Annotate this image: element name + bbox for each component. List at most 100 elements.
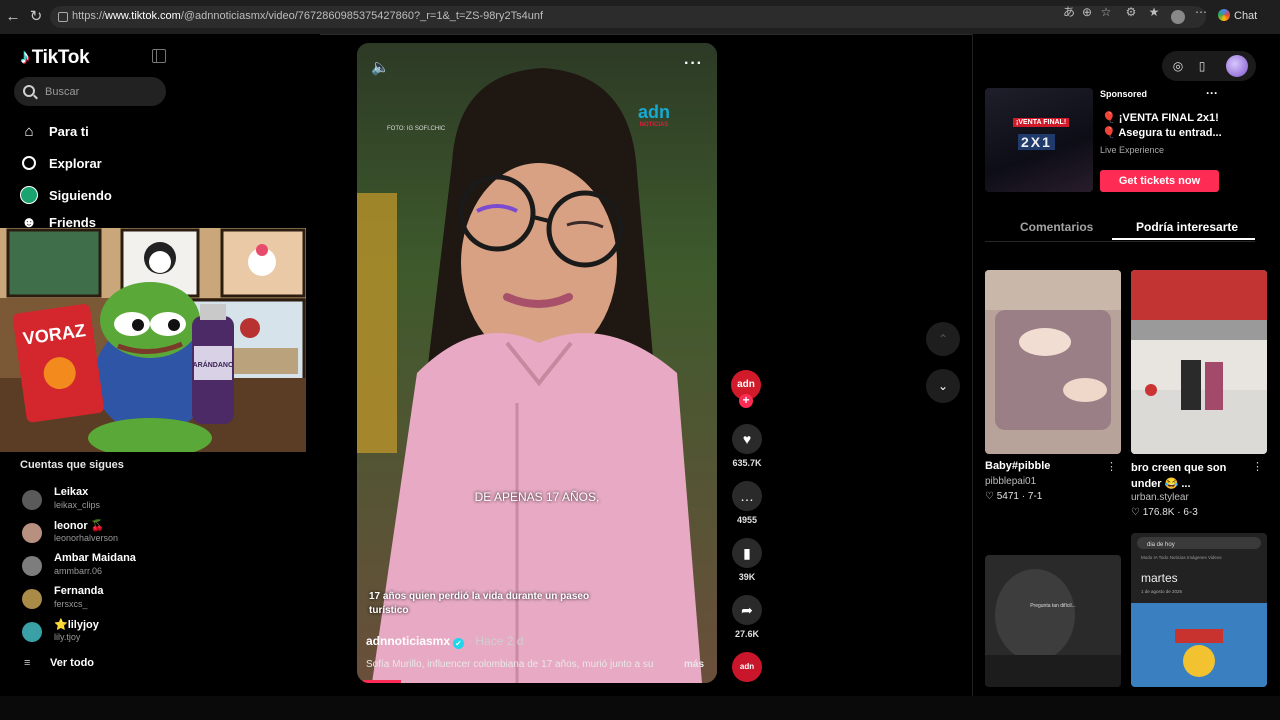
music-disc[interactable]: adn [732,652,762,682]
video-more-icon[interactable]: ··· [684,55,703,73]
avatar [22,589,42,609]
chat-button[interactable]: Chat [1218,9,1257,22]
card-user[interactable]: pibblepai01 [985,476,1121,487]
thumbnail-caption: Pregunta tan difícil... [1030,603,1076,609]
heart-icon: ♡ [1131,507,1140,518]
account-name: Fernanda [54,585,104,597]
ad-more-icon[interactable]: ··· [1206,86,1218,100]
card-stats: ♡ 5471 · 7-1 [985,491,1043,502]
taskbar-strip [0,696,1280,720]
active-tab-indicator [1112,238,1255,240]
account-name: ⭐lilyjoy [54,619,99,631]
copilot-icon [1218,9,1230,21]
recommended-video-card[interactable]: Baby#pibble pibblepai01 ♡ 5471 · 7-1 ⋮ [985,270,1121,502]
reload-icon[interactable]: ↻ [27,8,45,26]
account-name: leonor 🍒 [54,520,105,532]
video-thumbnail[interactable]: dia de hoy Modo IA Todo Noticias Imágene… [1131,533,1267,687]
share-icon[interactable]: ➦ [732,595,762,625]
nav-para-ti[interactable]: ⌂ Para ti [20,120,88,142]
tab-podria-interesarte[interactable]: Podría interesarte [1136,220,1238,234]
ad-thumbnail[interactable]: ¡VENTA FINAL! 2X1 [985,88,1093,192]
nav-label: Siguiendo [49,187,112,203]
avatar [22,622,42,642]
next-video-button[interactable]: ⌄ [926,369,960,403]
video-thumbnail[interactable]: Pregunta tan difícil... [985,555,1121,687]
nav-siguiendo[interactable]: Siguiendo [20,184,112,206]
site-info-icon[interactable] [58,12,68,22]
back-icon[interactable]: ← [4,8,22,26]
ad-thumb-promo: 2X1 [1018,134,1055,150]
video-author[interactable]: adnnoticiasmx ✓ · Hace 2 d [366,634,523,649]
search-icon [23,85,35,97]
nav-label: Friends [49,216,96,228]
account-handle: fersxcs_ [54,599,88,609]
tab-comentarios[interactable]: Comentarios [1020,220,1093,234]
bookmark-icon[interactable]: ▮ [732,538,762,568]
ad-brand: Live Experience [1100,145,1165,155]
search-input[interactable] [43,83,162,101]
card-title: Baby#pibble [985,460,1051,472]
nav-friends[interactable]: ☻ Friends [20,216,96,228]
search-box[interactable] [14,77,166,106]
extensions-icon[interactable]: ⚙ [1124,5,1138,19]
card-stats: ♡ 176.8K · 6-3 [1131,507,1198,518]
favorites-icon[interactable]: ★ [1147,5,1161,19]
more-link[interactable]: más [684,659,704,670]
photo-credit: FOTO: IG SOFI.CHIC [387,126,446,132]
address-bar[interactable]: https://www.tiktok.com/@adnnoticiasmx/vi… [50,6,1206,28]
user-avatar[interactable] [1226,55,1248,77]
translate-icon[interactable]: あ [1062,5,1076,19]
star-icon[interactable]: ☆ [1099,5,1113,19]
card-more-icon[interactable]: ⋮ [1252,460,1263,473]
save-action[interactable]: ▮ 39K [729,538,765,582]
comment-count: 4955 [736,515,758,525]
get-tickets-button[interactable]: Get tickets now [1100,170,1219,192]
volume-icon[interactable]: 🔈 [371,58,390,76]
verified-icon: ✓ [453,638,465,649]
video-subtitle: DE APENAS 17 AÑOS, [474,490,600,504]
author-name[interactable]: adnnoticiasmx [366,634,450,648]
comment-icon[interactable]: … [732,481,762,511]
avatar [22,490,42,510]
avatar [22,523,42,543]
tiktok-logo[interactable]: ♪ TikTok [20,46,90,69]
share-action[interactable]: ➦ 27.6K [729,595,765,639]
browser-toolbar: ← ↻ https://www.tiktok.com/@adnnoticiasm… [0,0,1280,35]
account-handle: leikax_clips [54,500,101,510]
video-thumbnail[interactable] [985,270,1121,454]
more-menu-icon[interactable]: ⋯ [1194,5,1208,19]
see-all-button[interactable]: ≡ Ver todo [24,657,94,669]
top-right-toolbar: ◎ ▯ [1162,51,1256,81]
collapse-sidebar-icon[interactable] [152,49,166,63]
nav-label: Explorar [49,155,102,171]
account-name: Ambar Maidana [54,552,136,564]
account-handle: lily.tjoy [54,632,81,642]
recommended-video-card[interactable]: Pregunta tan difícil... [985,555,1121,687]
follow-plus-button[interactable]: + [739,394,753,408]
zoom-icon[interactable]: ⊕ [1080,5,1094,19]
comment-action[interactable]: … 4955 [729,481,765,525]
compass-icon [20,154,38,172]
video-thumbnail[interactable] [1131,270,1267,454]
ad-thumb-tag: ¡VENTA FINAL! [1013,118,1070,127]
video-player[interactable]: 🔈 ··· FOTO: IG SOFI.CHIC adn NOTICIAS DE … [357,43,717,683]
thumbnail-search-tabs: Modo IA Todo Noticias Imágenes Videos [1141,555,1222,560]
card-user[interactable]: urban.stylear [1131,492,1267,503]
video-frame [357,43,717,683]
url-text: https://www.tiktok.com/@adnnoticiasmx/vi… [72,10,544,22]
card-more-icon[interactable]: ⋮ [1106,460,1117,473]
recommended-video-card[interactable]: dia de hoy Modo IA Todo Noticias Imágene… [1131,533,1267,687]
previous-video-button[interactable]: ⌃ [926,322,960,356]
thumbnail-date: 1 de agosto de 2026 [1141,589,1183,594]
profile-icon[interactable] [1171,10,1185,24]
compass-icon[interactable]: ◎ [1170,58,1186,74]
home-icon: ⌂ [24,122,34,140]
heart-icon[interactable]: ♥ [732,424,762,454]
video-progress-bar[interactable] [363,680,401,683]
account-handle: leonorhalverson [54,533,119,543]
pip-overlay-image[interactable]: VORAZ ARÁNDANO [0,228,306,452]
recommended-video-card[interactable]: bro creen que son under 😂 ... urban.styl… [1131,270,1267,518]
device-icon[interactable]: ▯ [1194,58,1210,74]
nav-explorar[interactable]: Explorar [20,152,102,174]
like-action[interactable]: ♥ 635.7K [729,424,765,468]
